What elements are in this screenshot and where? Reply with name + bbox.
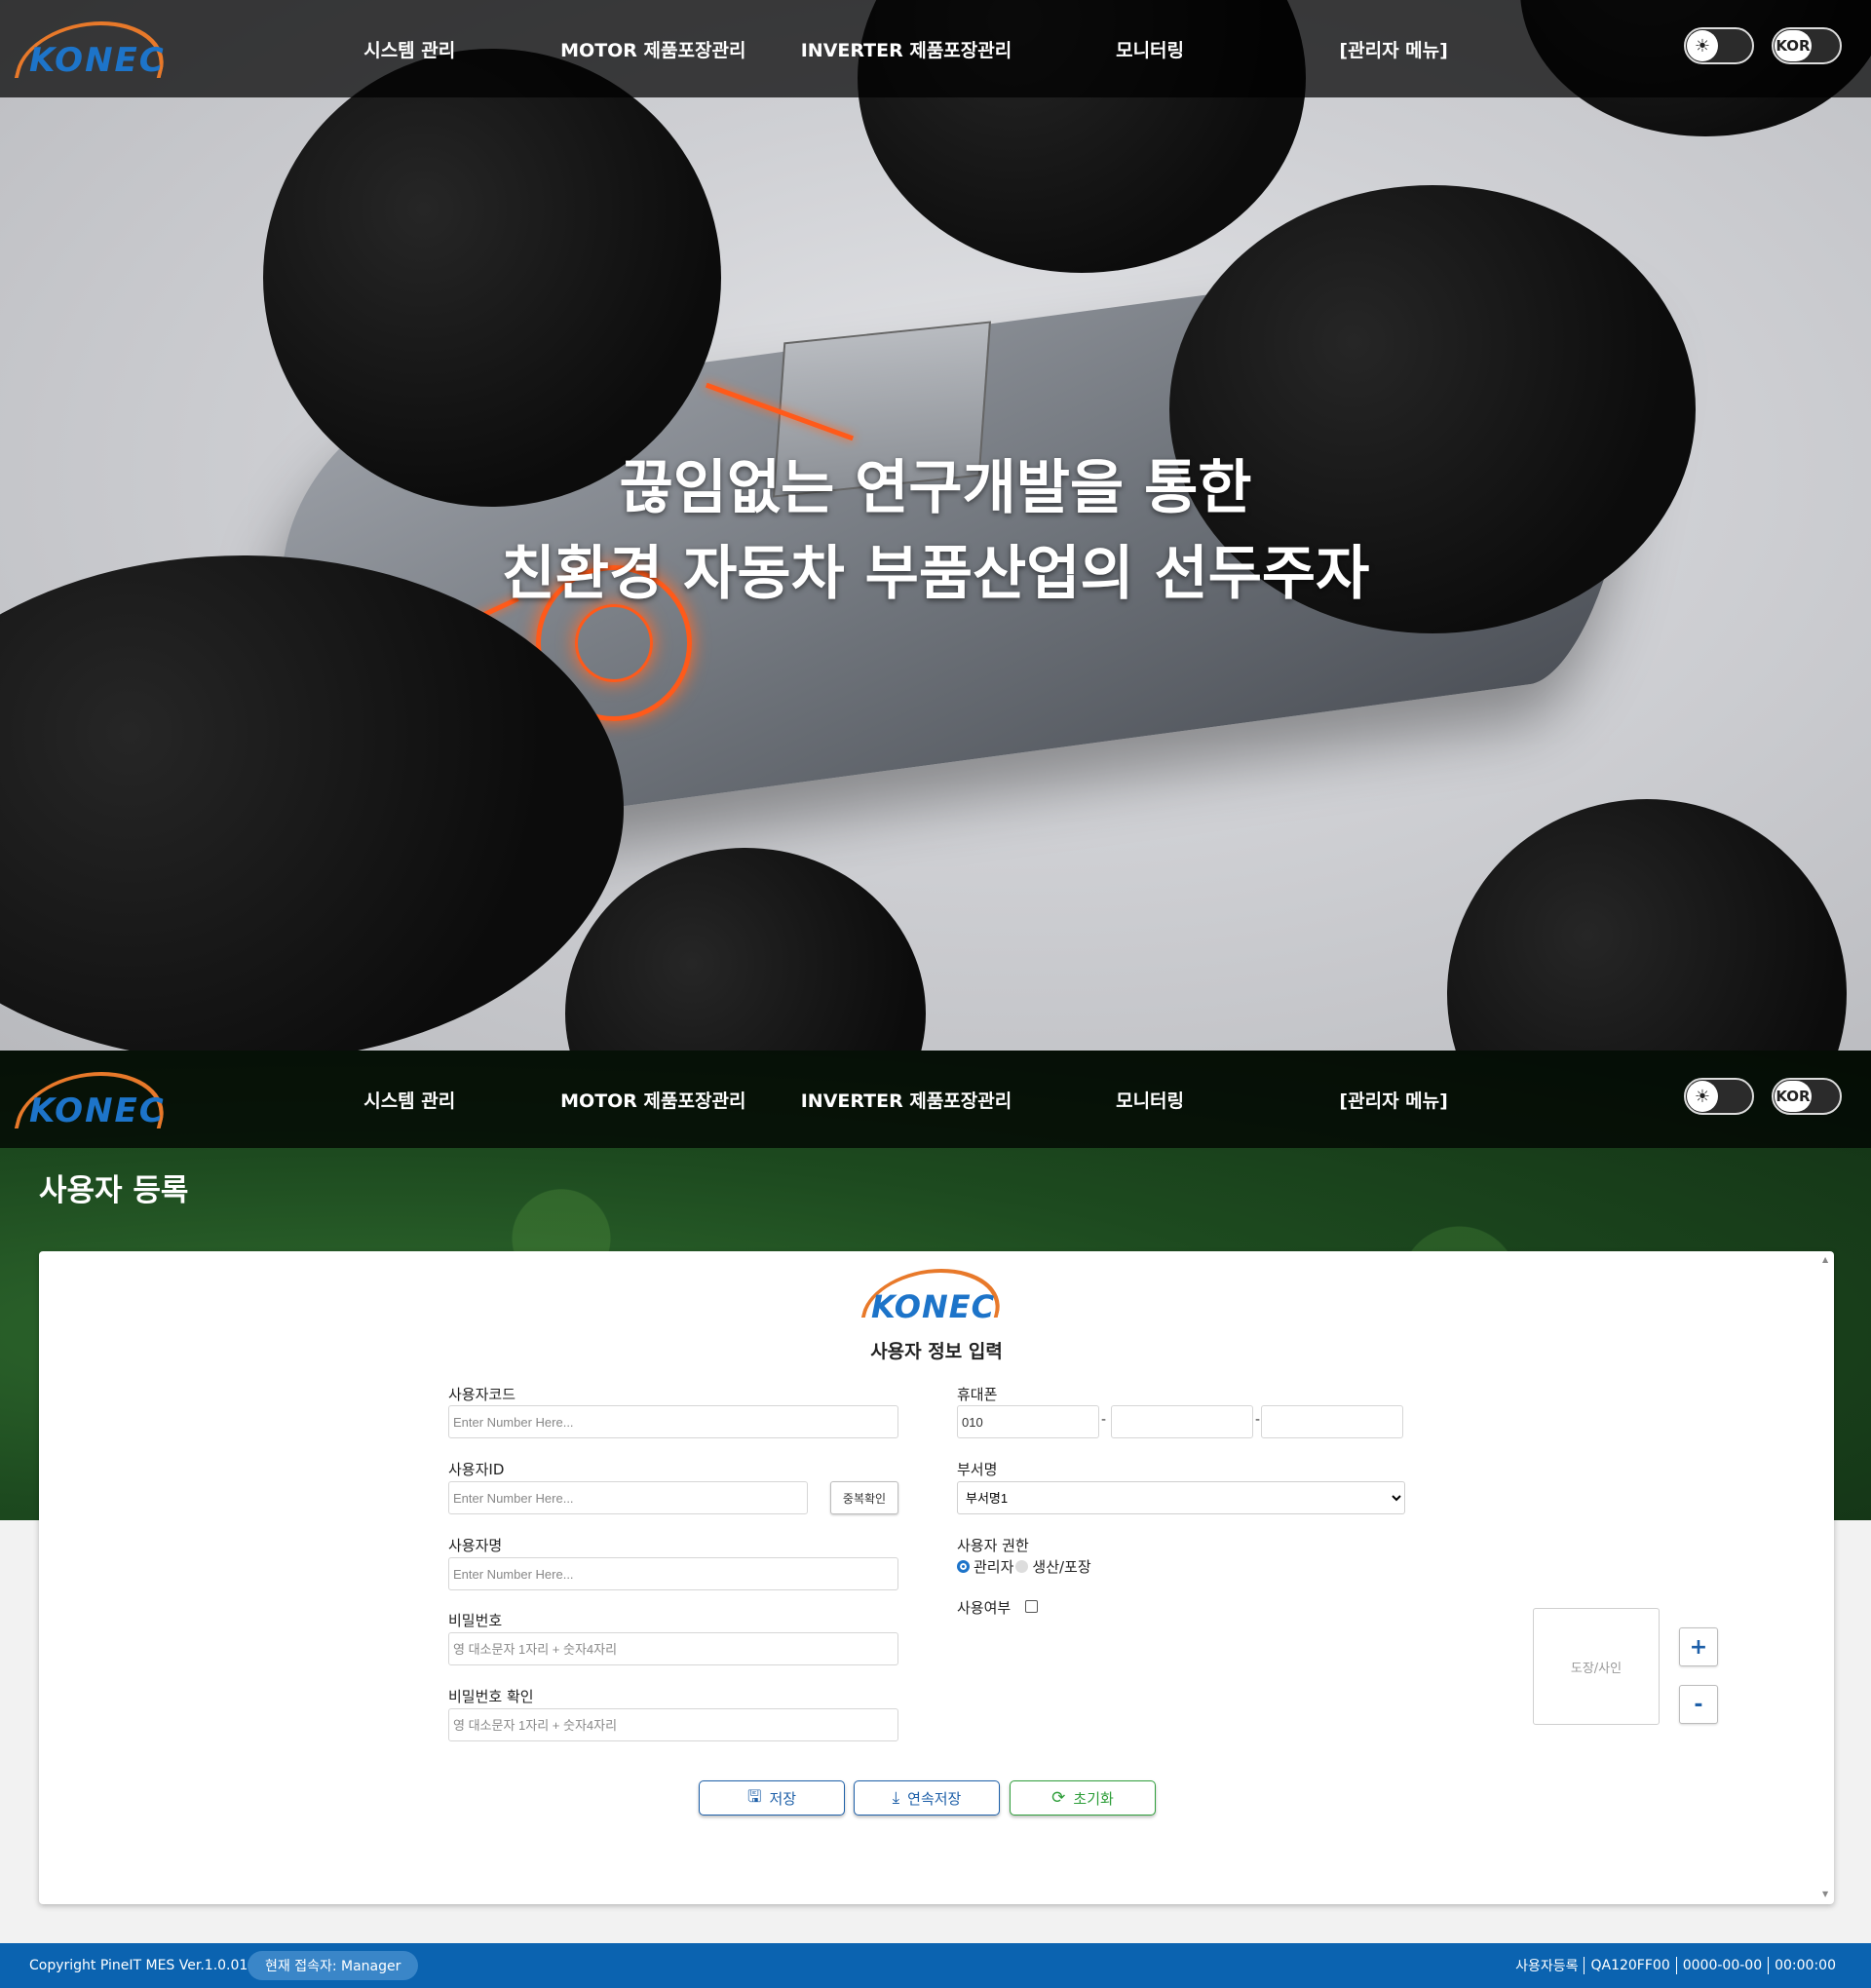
user-registration-card: ▲ ▼ KONEC 사용자 정보 입력 사용자코드 사용자ID 중복확인 사용자… [39,1251,1834,1904]
konec-logo[interactable]: KONEC [14,1072,175,1130]
footer-status: 사용자등록 QA120FF00 0000-00-00 00:00:00 [1509,1956,1842,1975]
language-toggle[interactable]: KOR [1772,1078,1842,1115]
user-name-label: 사용자명 [448,1537,503,1554]
dept-label: 부서명 [957,1461,998,1478]
role-radio-group: 관리자 생산/포장 [957,1556,1091,1577]
hero-headline-1: 끊임없는 연구개발을 통한 [619,454,1252,522]
phone-separator: - [1101,1412,1107,1428]
role-option-admin-label: 관리자 [974,1558,1014,1576]
stamp-add-button[interactable]: + [1679,1627,1718,1666]
role-radio-admin[interactable] [957,1560,970,1573]
menu-inverter-packaging[interactable]: INVERTER 제품포장관리 [780,1087,1033,1113]
user-name-input[interactable] [448,1557,898,1590]
reset-button[interactable]: ⟳ 초기화 [1010,1780,1156,1816]
reset-button-label: 초기화 [1073,1789,1114,1808]
main-menu: 시스템 관리 MOTOR 제품포장관리 INVERTER 제품포장관리 모니터링… [292,0,1520,97]
password-confirm-input[interactable] [448,1708,898,1741]
menu-motor-packaging[interactable]: MOTOR 제품포장관리 [526,1087,780,1113]
dept-select[interactable]: 부서명1 [957,1481,1405,1514]
footer-screen-code: QA120FF00 [1590,1958,1670,1973]
save-icon: 🖫 [746,1786,762,1807]
download-icon: ⤓ [892,1788,900,1808]
phone-part1-input[interactable] [957,1405,1099,1438]
language-label: KOR [1775,30,1812,61]
language-label: KOR [1775,1081,1812,1112]
konec-logo[interactable]: KONEC [14,21,175,80]
footer-time: 00:00:00 [1775,1958,1836,1973]
form-logo: KONEC [859,1269,1015,1329]
continuous-save-button[interactable]: ⤓ 연속저장 [854,1780,1000,1816]
footer-screen-name: 사용자등록 [1515,1959,1579,1974]
theme-toggle[interactable]: ☀ [1684,27,1754,64]
form-title: 사용자 정보 입력 [870,1341,1003,1362]
footer-copyright: Copyright PineIT MES Ver.1.0.01 [29,1958,248,1973]
top-nav: KONEC 시스템 관리 MOTOR 제품포장관리 INVERTER 제품포장관… [0,1051,1871,1148]
use-yn-checkbox[interactable] [1025,1600,1038,1613]
page-title: 사용자 등록 [39,1173,189,1208]
stamp-label: 도장/사인 [1570,1661,1623,1676]
password-input[interactable] [448,1632,898,1665]
current-user-badge: 현재 접속자: Manager [248,1951,419,1980]
phone-part3-input[interactable] [1261,1405,1403,1438]
save-button[interactable]: 🖫 저장 [699,1780,845,1816]
hero-decor-blob [565,848,926,1051]
phone-label: 휴대폰 [957,1386,998,1403]
hero-headline-2: 친환경 자동차 부품산업의 선두주자 [501,540,1370,608]
top-nav: KONEC 시스템 관리 MOTOR 제품포장관리 INVERTER 제품포장관… [0,0,1871,97]
main-menu: 시스템 관리 MOTOR 제품포장관리 INVERTER 제품포장관리 모니터링… [292,1051,1520,1148]
password-confirm-label: 비밀번호 확인 [448,1688,534,1705]
hero-decor-blob [1447,799,1847,1051]
phone-part2-input[interactable] [1111,1405,1253,1438]
scroll-up-icon[interactable]: ▲ [1822,1255,1828,1264]
footer-bar: Copyright PineIT MES Ver.1.0.01 현재 접속자: … [0,1943,1871,1988]
menu-admin[interactable]: [관리자 메뉴] [1267,36,1520,62]
password-label: 비밀번호 [448,1612,503,1629]
language-toggle[interactable]: KOR [1772,27,1842,64]
role-label: 사용자 권한 [957,1537,1029,1554]
phone-separator: - [1255,1412,1261,1428]
use-yn-label: 사용여부 [957,1599,1012,1617]
menu-monitoring[interactable]: 모니터링 [1033,36,1267,62]
role-option-production-label: 생산/포장 [1032,1558,1091,1576]
stamp-signature-box[interactable]: 도장/사인 [1533,1608,1660,1725]
hero-banner: 끊임없는 연구개발을 통한 친환경 자동차 부품산업의 선두주자 [0,0,1871,1051]
menu-inverter-packaging[interactable]: INVERTER 제품포장관리 [780,36,1033,62]
menu-motor-packaging[interactable]: MOTOR 제품포장관리 [526,36,780,62]
menu-admin[interactable]: [관리자 메뉴] [1267,1087,1520,1113]
menu-system-management[interactable]: 시스템 관리 [292,36,526,62]
footer-date: 0000-00-00 [1682,1958,1763,1973]
role-radio-production[interactable] [1015,1560,1029,1573]
theme-toggle[interactable]: ☀ [1684,1078,1754,1115]
save-button-label: 저장 [769,1789,797,1808]
user-id-input[interactable] [448,1481,808,1514]
user-code-label: 사용자코드 [448,1386,516,1403]
stamp-remove-button[interactable]: - [1679,1685,1718,1724]
menu-monitoring[interactable]: 모니터링 [1033,1087,1267,1113]
menu-system-management[interactable]: 시스템 관리 [292,1087,526,1113]
user-code-input[interactable] [448,1405,898,1438]
scroll-down-icon[interactable]: ▼ [1822,1890,1828,1898]
refresh-icon: ⟳ [1051,1788,1066,1808]
continuous-save-button-label: 연속저장 [907,1789,962,1808]
duplicate-check-button[interactable]: 중복확인 [830,1481,898,1514]
sun-icon: ☀ [1687,30,1718,61]
user-id-label: 사용자ID [448,1461,505,1478]
hero-decor-blob [263,49,721,507]
sun-icon: ☀ [1687,1081,1718,1112]
